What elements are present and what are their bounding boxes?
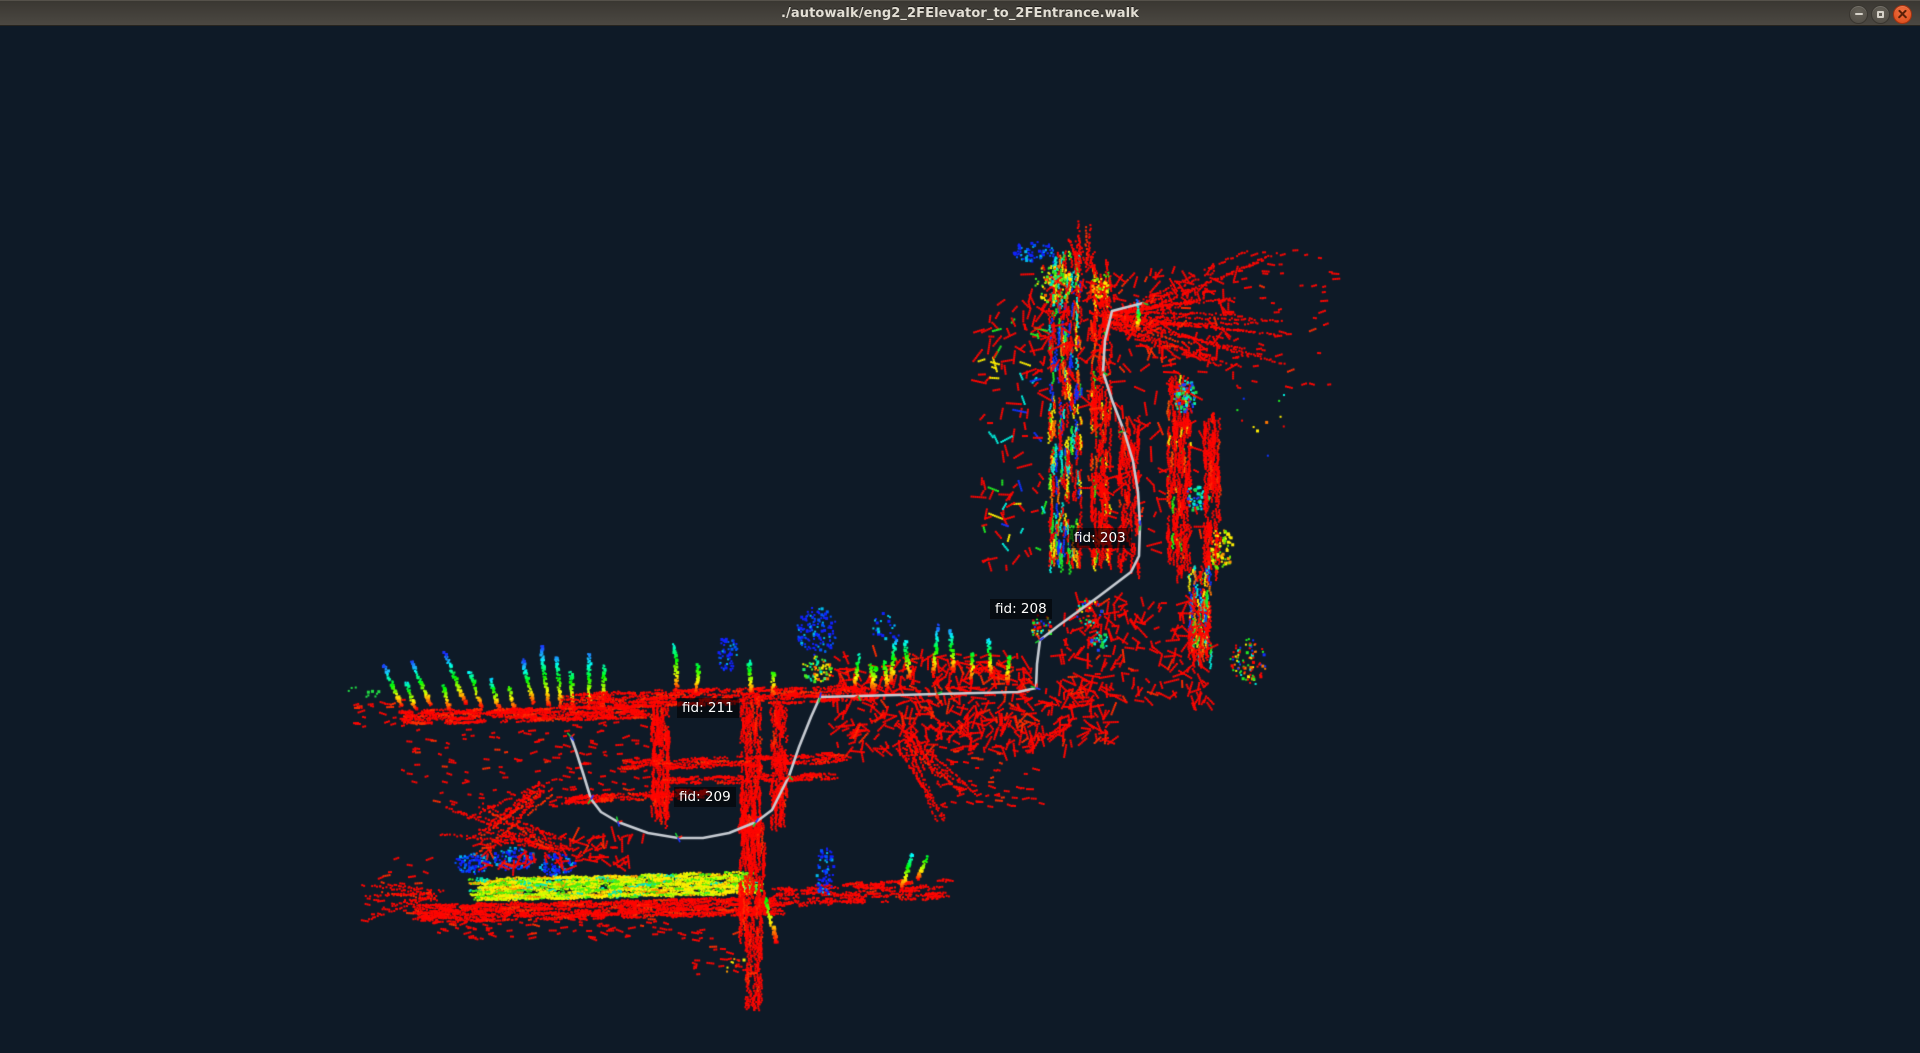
window-titlebar[interactable]: ./autowalk/eng2_2FElevator_to_2FEntrance…: [0, 0, 1920, 26]
fiducial-label: fid: 209: [674, 787, 736, 807]
window-controls: [1849, 1, 1912, 27]
pointcloud-canvas[interactable]: [0, 26, 1920, 1053]
minimize-icon: [1854, 13, 1863, 15]
minimize-button[interactable]: [1849, 4, 1868, 24]
fiducial-label: fid: 208: [990, 599, 1052, 619]
fiducial-label: fid: 211: [677, 698, 739, 718]
application-window: ./autowalk/eng2_2FElevator_to_2FEntrance…: [0, 0, 1920, 1053]
close-button[interactable]: [1893, 4, 1912, 24]
maximize-button[interactable]: [1871, 4, 1890, 24]
close-icon: [1898, 10, 1907, 19]
pointcloud-viewport: fid: 203 fid: 208 fid: 211 fid: 209: [0, 26, 1920, 1053]
fiducial-label: fid: 203: [1069, 528, 1131, 548]
window-title: ./autowalk/eng2_2FElevator_to_2FEntrance…: [780, 5, 1139, 21]
maximize-icon: [1877, 10, 1884, 18]
